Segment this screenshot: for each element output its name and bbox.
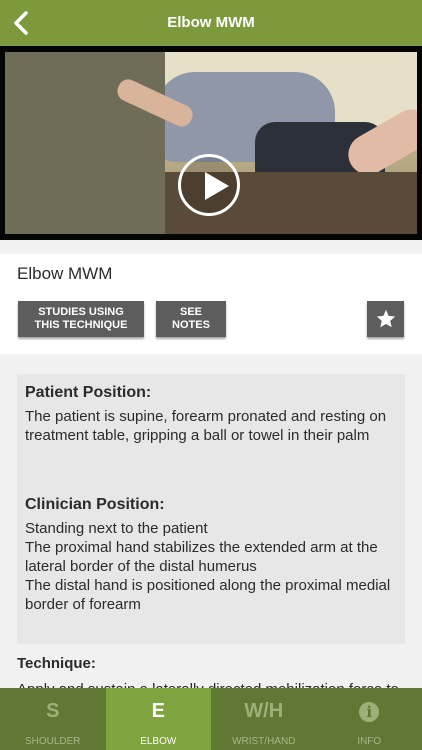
favorite-button[interactable] bbox=[367, 301, 404, 337]
elbow-icon: E bbox=[151, 700, 165, 722]
patient-position-heading: Patient Position: bbox=[25, 384, 152, 401]
tab-label: SHOULDER bbox=[24, 736, 81, 747]
tab-label: ELBOW bbox=[140, 736, 177, 747]
tab-wrist-hand[interactable]: W/H WRIST/HAND bbox=[211, 688, 317, 750]
tab-elbow[interactable]: E ELBOW bbox=[105, 688, 211, 750]
tab-label: WRIST/HAND bbox=[232, 736, 296, 747]
info-icon: i bbox=[359, 702, 380, 722]
see-notes-button-label: SEE NOTES bbox=[172, 306, 210, 331]
page-title: Elbow MWM bbox=[167, 14, 255, 31]
technique-title: Elbow MWM bbox=[17, 264, 113, 283]
tab-label: INFO bbox=[357, 736, 382, 747]
clinician-line: Standing next to the patient bbox=[25, 520, 208, 537]
clinician-line: The distal hand is positioned along the … bbox=[25, 577, 391, 613]
shoulder-icon: S bbox=[46, 700, 60, 722]
position-card: Patient Position: The patient is supine,… bbox=[17, 374, 405, 644]
play-icon[interactable] bbox=[178, 154, 240, 216]
clinician-line: The proximal hand stabilizes the extende… bbox=[25, 539, 378, 575]
clinician-position-heading: Clinician Position: bbox=[25, 496, 165, 513]
patient-position-text: The patient is supine, forearm pronated … bbox=[25, 408, 387, 444]
wrist-hand-icon: W/H bbox=[244, 700, 284, 722]
technique-heading: Technique: bbox=[17, 655, 96, 672]
clinician-position-text: Standing next to the patient The proxima… bbox=[25, 519, 400, 614]
tab-info[interactable]: i INFO bbox=[317, 688, 422, 750]
tab-shoulder[interactable]: S SHOULDER bbox=[0, 688, 106, 750]
tab-bar: S SHOULDER E ELBOW W/H WRIST/HAND i INFO bbox=[0, 688, 422, 750]
nav-bar: Elbow MWM bbox=[0, 0, 422, 46]
see-notes-button[interactable]: SEE NOTES bbox=[156, 301, 226, 337]
video-player[interactable] bbox=[0, 46, 422, 240]
technique-header: Elbow MWM STUDIES USING THIS TECHNIQUE S… bbox=[0, 254, 422, 354]
star-icon bbox=[376, 309, 395, 328]
studies-button-label: STUDIES USING THIS TECHNIQUE bbox=[34, 306, 128, 331]
studies-button[interactable]: STUDIES USING THIS TECHNIQUE bbox=[18, 301, 144, 337]
